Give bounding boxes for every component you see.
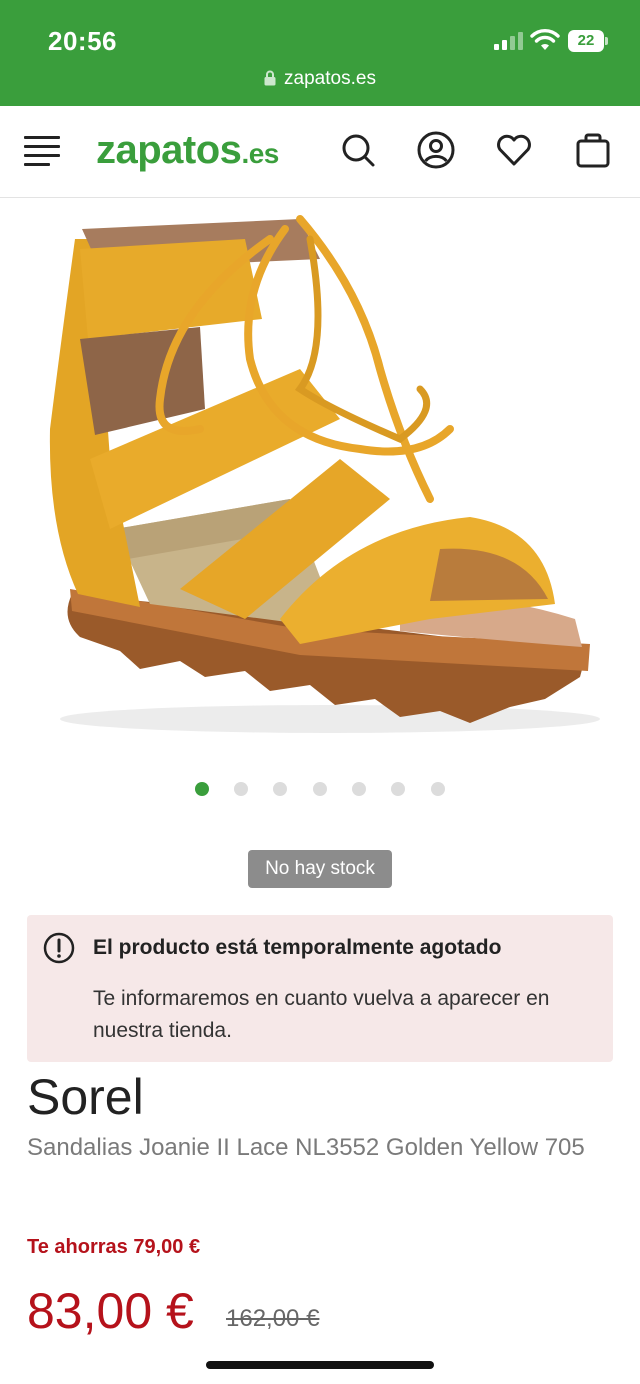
gallery-dot-5[interactable] (352, 782, 366, 796)
account-icon[interactable] (416, 130, 456, 170)
gallery-dot-6[interactable] (391, 782, 405, 796)
site-header: zapatos.es (0, 106, 640, 198)
gallery-dot-4[interactable] (313, 782, 327, 796)
heart-icon[interactable] (494, 130, 534, 170)
cellular-signal-icon (494, 32, 524, 50)
savings-label: Te ahorras 79,00 € (27, 1236, 201, 1258)
search-icon[interactable] (338, 130, 378, 170)
gallery-dot-7[interactable] (431, 782, 445, 796)
exclamation-circle-icon (43, 932, 75, 964)
gallery-pagination (0, 782, 640, 798)
battery-level: 22 (568, 30, 604, 52)
gallery-dot-2[interactable] (234, 782, 248, 796)
gallery-dot-3[interactable] (273, 782, 287, 796)
logo-main: zapatos (96, 128, 242, 172)
clock: 20:56 (48, 26, 117, 56)
out-of-stock-badge: No hay stock (248, 850, 392, 888)
status-bar: 20:56 22 zapatos.es (0, 0, 640, 106)
address-bar[interactable]: zapatos.es (0, 68, 640, 90)
bag-icon[interactable] (573, 130, 613, 170)
site-logo[interactable]: zapatos.es (96, 128, 279, 173)
current-price: 83,00 € (27, 1283, 194, 1339)
product-title: Sandalias Joanie II Lace NL3552 Golden Y… (27, 1134, 585, 1161)
url-text: zapatos.es (284, 68, 376, 89)
gallery-dot-1[interactable] (195, 782, 209, 796)
home-indicator[interactable] (206, 1361, 434, 1369)
original-price: 162,00 € (226, 1305, 320, 1332)
wifi-icon (530, 29, 560, 50)
alert-message: Te informaremos en cuanto vuelva a apare… (93, 987, 550, 1042)
out-of-stock-alert: El producto está temporalmente agotado T… (27, 915, 613, 1062)
battery-icon: 22 (568, 30, 608, 52)
sandal-image[interactable] (0, 199, 640, 759)
lock-icon (264, 70, 276, 86)
alert-title: El producto está temporalmente agotado (93, 936, 502, 959)
logo-tld: .es (241, 138, 279, 169)
product-brand[interactable]: Sorel (27, 1068, 144, 1126)
menu-icon[interactable] (24, 136, 60, 166)
